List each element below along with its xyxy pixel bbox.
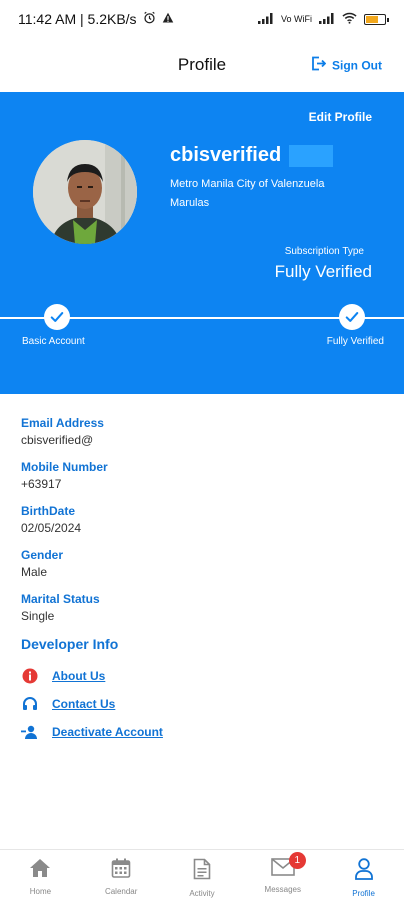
remove-user-icon [21, 723, 39, 741]
field-label: Gender [21, 548, 64, 562]
sign-out-icon [310, 56, 327, 75]
field-birthdate: BirthDate 02/05/2024 [21, 504, 163, 535]
sign-out-button[interactable]: Sign Out [310, 56, 382, 75]
about-us-label: About Us [52, 669, 106, 683]
nav-label: Activity [189, 889, 215, 898]
field-mobile: Mobile Number +63917 [21, 460, 163, 491]
profile-banner: Edit Profile cbisverified Metro Manila C… [0, 92, 404, 394]
field-value: +63917 [21, 477, 62, 491]
sign-out-label: Sign Out [332, 58, 382, 72]
profile-username: cbisverified [170, 144, 334, 167]
field-value: Male [21, 565, 48, 579]
nav-label: Messages [264, 885, 302, 894]
status-time: 11:42 AM | 5.2KB/s [18, 11, 137, 27]
signal-icon [257, 12, 274, 26]
field-label: BirthDate [21, 504, 76, 518]
check-icon [44, 304, 70, 330]
redacted-block [289, 144, 334, 167]
status-right: Vo WiFi [257, 12, 389, 26]
profile-info: Email Address cbisverified@ Mobile Numbe… [21, 416, 163, 746]
subscription-type-value: Fully Verified [274, 262, 372, 281]
address-line-2: Marulas [170, 197, 210, 209]
home-icon [29, 858, 51, 883]
field-label: Marital Status [21, 592, 100, 606]
step-fully-verified: Fully Verified [326, 336, 384, 347]
deactivate-account-label: Deactivate Account [52, 725, 163, 739]
nav-label: Calendar [104, 887, 138, 896]
field-label: Mobile Number [21, 460, 108, 474]
wifi-icon [342, 12, 357, 26]
field-gender: Gender Male [21, 548, 163, 579]
nav-messages[interactable]: 1 Messages [242, 850, 323, 901]
nav-label: Home [29, 887, 52, 896]
field-value: 02/05/2024 [21, 521, 82, 535]
page-title: Profile [177, 55, 227, 74]
contact-us-label: Contact Us [52, 697, 116, 711]
deactivate-account-link[interactable]: Deactivate Account [21, 718, 163, 746]
edit-profile-button[interactable]: Edit Profile [309, 110, 372, 124]
nav-label: Profile [352, 889, 375, 898]
info-icon [21, 667, 39, 685]
status-bar: 11:42 AM | 5.2KB/s Vo WiFi [0, 0, 404, 38]
status-left: 11:42 AM | 5.2KB/s [18, 11, 174, 27]
nav-profile[interactable]: Profile [323, 850, 404, 901]
subscription-type-label: Subscription Type [284, 246, 364, 257]
field-label: Email Address [21, 416, 104, 430]
address-line-1: Metro Manila City of Valenzuela [170, 178, 325, 190]
step-basic-account: Basic Account [22, 336, 85, 347]
field-value: cbisverified@ [21, 433, 94, 447]
volte-label: Vo WiFi [280, 14, 312, 24]
field-email: Email Address cbisverified@ [21, 416, 163, 447]
headset-icon [21, 695, 39, 713]
app-header: Profile Sign Out [0, 38, 404, 92]
calendar-icon [111, 858, 131, 883]
check-icon [339, 304, 365, 330]
nav-activity[interactable]: Activity [162, 850, 243, 901]
developer-info-heading: Developer Info [21, 636, 119, 652]
contact-us-link[interactable]: Contact Us [21, 690, 163, 718]
messages-badge: 1 [288, 852, 306, 869]
signal-icon [319, 12, 335, 26]
avatar [33, 140, 137, 244]
username-text: cbisverified [170, 144, 282, 166]
warning-icon [162, 11, 174, 27]
alarm-icon [143, 11, 156, 27]
about-us-link[interactable]: About Us [21, 662, 163, 690]
bottom-navigation: Home Calendar Activity 1 Messages Profil… [0, 849, 404, 901]
document-icon [193, 858, 211, 885]
nav-home[interactable]: Home [0, 850, 81, 901]
field-value: Single [21, 609, 55, 623]
battery-icon [364, 13, 389, 25]
user-icon [354, 858, 374, 885]
nav-calendar[interactable]: Calendar [81, 850, 162, 901]
field-marital-status: Marital Status Single [21, 592, 163, 623]
